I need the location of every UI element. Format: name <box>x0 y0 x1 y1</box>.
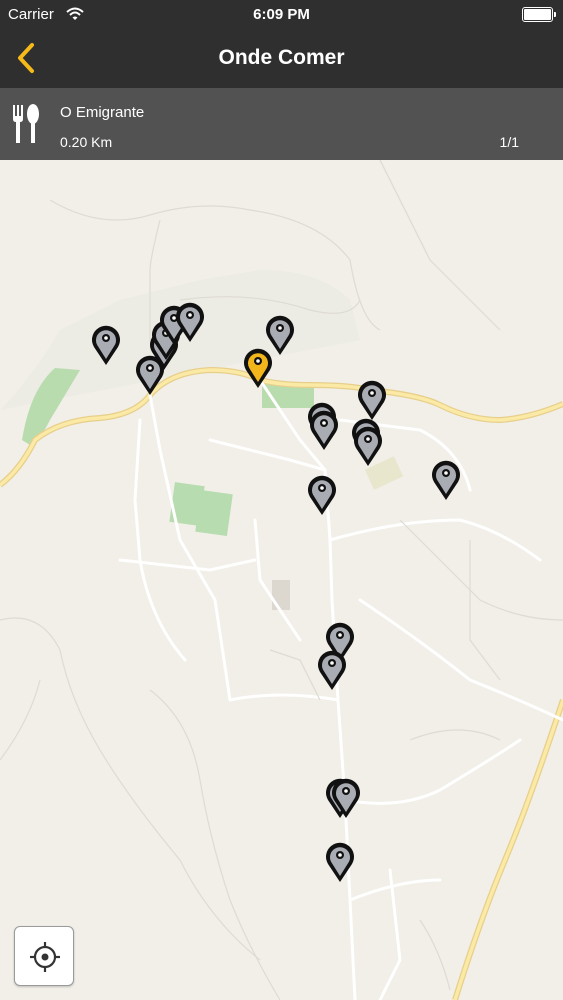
map-pin-icon <box>332 778 360 818</box>
map-pin-icon <box>326 842 354 882</box>
status-bar: Carrier 6:09 PM <box>0 0 563 30</box>
battery-icon <box>522 7 556 22</box>
page-title: Onde Comer <box>218 46 345 69</box>
map-pin-icon <box>432 460 460 500</box>
locate-me-button[interactable] <box>14 926 74 986</box>
map-pin-icon <box>310 410 338 450</box>
map-pin[interactable] <box>174 300 206 344</box>
crosshair-icon <box>30 942 60 972</box>
map-pin[interactable] <box>352 424 384 468</box>
navigation-bar: Onde Comer <box>0 30 563 88</box>
map-pin[interactable] <box>90 323 122 367</box>
place-info-panel[interactable]: O Emigrante 0.20 Km 1/1 <box>0 88 563 160</box>
fork-spoon-icon <box>13 104 39 143</box>
place-name: O Emigrante <box>60 104 145 121</box>
place-distance: 0.20 Km <box>60 134 113 150</box>
map-view[interactable] <box>0 88 563 1000</box>
map-pin[interactable] <box>330 776 362 820</box>
map-pin[interactable] <box>324 840 356 884</box>
map-pin[interactable] <box>430 458 462 502</box>
page-indicator: 1/1 <box>499 134 519 150</box>
map-pin[interactable] <box>264 313 296 357</box>
status-time: 6:09 PM <box>253 6 310 23</box>
map-pin-icon <box>308 475 336 515</box>
map-pin-icon <box>92 325 120 365</box>
map-pin[interactable] <box>306 473 338 517</box>
map-pin-icon <box>354 426 382 466</box>
map-pin-icon <box>176 302 204 342</box>
map-pin[interactable] <box>308 408 340 452</box>
map-pin-icon <box>266 315 294 355</box>
map-roads <box>0 159 563 1000</box>
map-pin[interactable] <box>316 648 348 692</box>
map-pin-icon <box>318 650 346 690</box>
